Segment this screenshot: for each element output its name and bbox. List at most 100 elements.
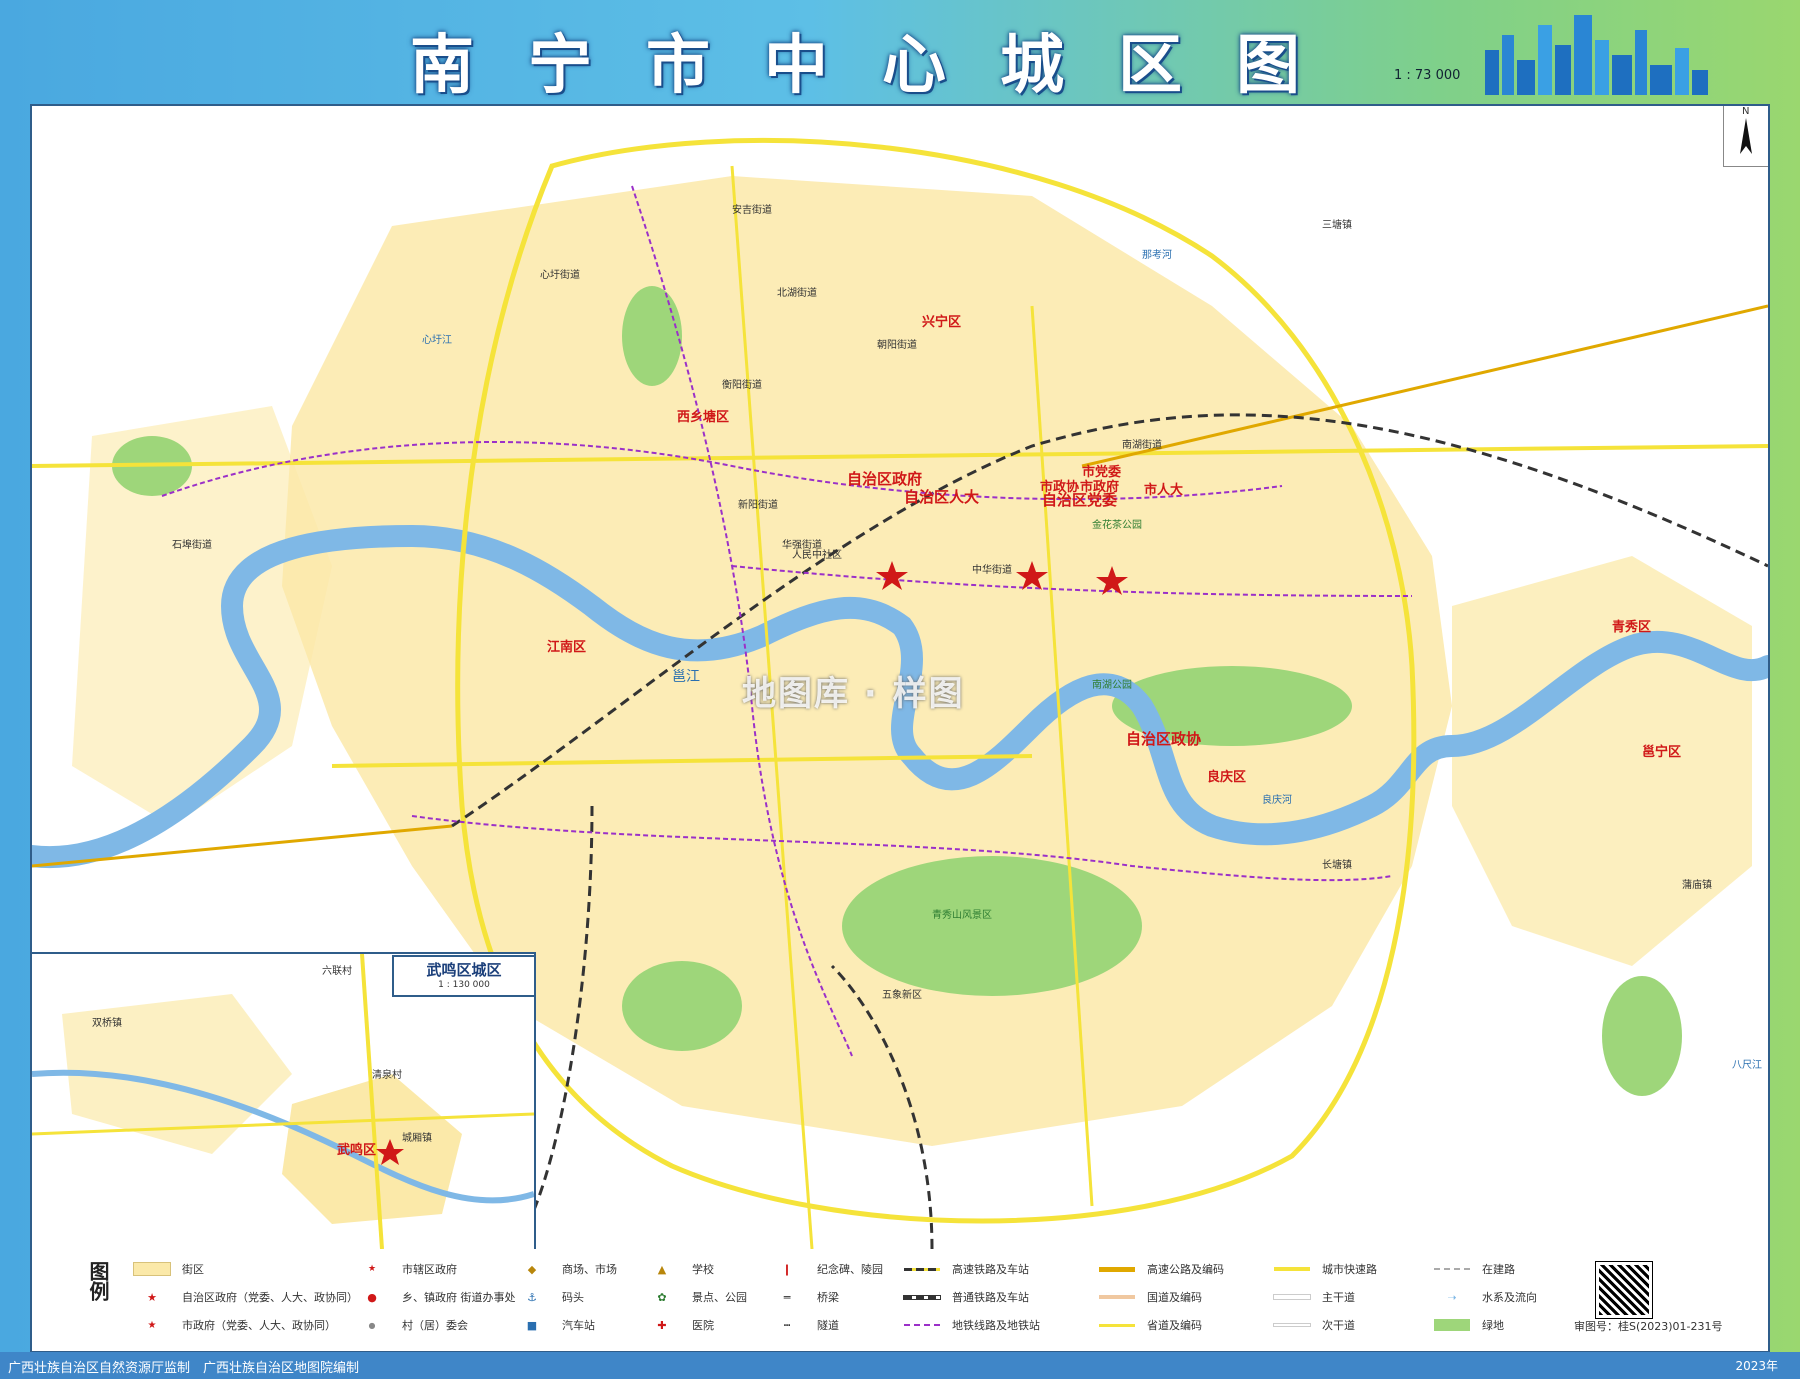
school-icon: ▲ [657,1262,667,1276]
park-icon: ✿ [657,1290,667,1304]
green-area [622,286,682,386]
place-label: 南湖街道 [1122,440,1162,451]
place-label: 中华街道 [972,565,1012,576]
place-label: 北湖街道 [777,288,817,299]
place-label: 蒲庙镇 [1682,880,1712,891]
water-label: 良庆河 [1262,795,1292,806]
place-label: 心圩街道 [540,270,580,281]
footer-credits: 广西壮族自治区自然资源厅监制 广西壮族自治区地图院编制 [8,1361,360,1376]
district-label: 江南区 [547,640,587,655]
north-arrow: N [1723,106,1768,167]
sub-road-icon [1272,1318,1312,1332]
place-label: 金花茶公园 [1092,520,1142,531]
inset-label: 双桥镇 [92,1018,122,1029]
place-label: 青秀山风景区 [932,910,992,921]
legend-item: 主干道 [1272,1289,1355,1305]
place-label: 五象新区 [882,990,922,1001]
district-label: 邕宁区 [1642,745,1682,760]
bridge-icon: ═ [783,1290,791,1304]
place-label: 南湖公园 [1092,680,1132,691]
water-label: 八尺江 [1732,1060,1762,1071]
under-construction-icon [1432,1262,1472,1276]
water-label: 心圩江 [422,335,452,346]
district-label: 西乡塘区 [677,410,730,425]
legend-item: 城市快速路 [1272,1261,1377,1277]
gov-label: 自治区政协 [1126,730,1202,748]
inset-label: 武鸣区 [337,1143,377,1158]
inset-scale: 1 : 130 000 [438,980,490,990]
expressway-icon [1097,1262,1137,1276]
title-bar: 南宁市中心城区图 1 : 73 000 [0,0,1800,103]
place-label: 新阳街道 [738,500,778,511]
star-icon: ★ [367,1264,377,1274]
green-icon [1432,1318,1472,1332]
inset-label: 清泉村 [372,1070,402,1081]
place-label: 三塘镇 [1322,220,1352,231]
inset-title: 武鸣区城区 [426,961,502,979]
legend-item: ✚ 医院 [642,1317,714,1333]
star-icon: ★ [147,1290,157,1304]
legend-item: ═ 桥梁 [767,1289,839,1305]
skyline-graphic [1485,15,1708,95]
district-label: 青秀区 [1612,620,1652,635]
water-label: 邕江 [672,669,700,685]
legend-item: 绿地 [1432,1317,1504,1333]
dock-icon: ⚓ [527,1290,537,1304]
legend-item: ⚓ 码头 [512,1289,584,1305]
inset-label: 城厢镇 [402,1133,432,1144]
place-label: 长塘镇 [1322,860,1352,871]
legend-item: 国道及编码 [1097,1289,1202,1305]
monument-icon: ❙ [782,1262,792,1276]
national-road-icon [1097,1290,1137,1304]
legend-item: ❙ 纪念碑、陵园 [767,1261,883,1277]
bus-icon: ■ [526,1318,538,1332]
legend-item: ◆ 商场、市场 [512,1261,617,1277]
inset-canvas [32,954,534,1249]
gov-label: 市党委 [1082,465,1122,480]
legend-item: ★ 自治区政府（党委、人大、政协同） [132,1289,358,1305]
hsr-line-icon [902,1262,942,1276]
legend-heading: 图例 [82,1261,114,1310]
legend-item: ● 乡、镇政府 街道办事处 [352,1289,515,1305]
gov-label: 市人大 [1144,483,1184,498]
block-icon [132,1262,172,1276]
star-icon: ★ [147,1319,157,1331]
legend-item: ★ 市辖区政府 [352,1261,457,1277]
provincial-road-icon [1097,1318,1137,1332]
place-label: 衡阳街道 [722,380,762,391]
urban-expressway-icon [1272,1262,1312,1276]
rail-line-icon [902,1290,942,1304]
watermark: 地图库 · 样图 [742,674,965,714]
legend-item: 街区 [132,1261,204,1277]
review-number: 审图号：桂S(2023)01-231号 [1574,1320,1723,1333]
gov-label: 自治区人大 [904,488,980,506]
legend-item: 普通铁路及车站 [902,1289,1029,1305]
map-scale: 1 : 73 000 [1394,68,1461,83]
legend-item: 省道及编码 [1097,1317,1202,1333]
footer: 广西壮族自治区自然资源厅监制 广西壮族自治区地图院编制 2023年 [0,1352,1800,1379]
district-label: 良庆区 [1207,770,1247,785]
qr-code-icon[interactable] [1595,1261,1653,1319]
shop-icon: ◆ [527,1262,537,1276]
inset-title-box: 武鸣区城区 1 : 130 000 [392,955,536,997]
green-area [622,961,742,1051]
place-label: 人民中社区 [792,550,842,561]
legend-item: ✿ 景点、公园 [642,1289,747,1305]
tunnel-icon: ┅ [783,1318,791,1332]
legend-item: 地铁线路及地铁站 [902,1317,1040,1333]
place-label: 朝阳街道 [877,340,917,351]
water-label: 那考河 [1142,250,1172,261]
map-title: 南宁市中心城区图 [410,29,1354,103]
dot-icon: ● [367,1290,377,1304]
place-label: 石埠街道 [172,540,212,551]
green-area [1602,976,1682,1096]
dot-icon: ● [368,1320,376,1330]
legend: 图例 街区 ★ 自治区政府（党委、人大、政协同） ★ 市政府（党委、人大、政协同… [30,1249,1770,1353]
legend-item: ▲ 学校 [642,1261,714,1277]
legend-item: ● 村（居）委会 [352,1317,469,1333]
inset-label: 六联村 [322,966,352,977]
legend-item: 次干道 [1272,1317,1355,1333]
legend-item: ■ 汽车站 [512,1317,595,1333]
hospital-icon: ✚ [657,1318,667,1332]
legend-item: 在建路 [1432,1261,1515,1277]
